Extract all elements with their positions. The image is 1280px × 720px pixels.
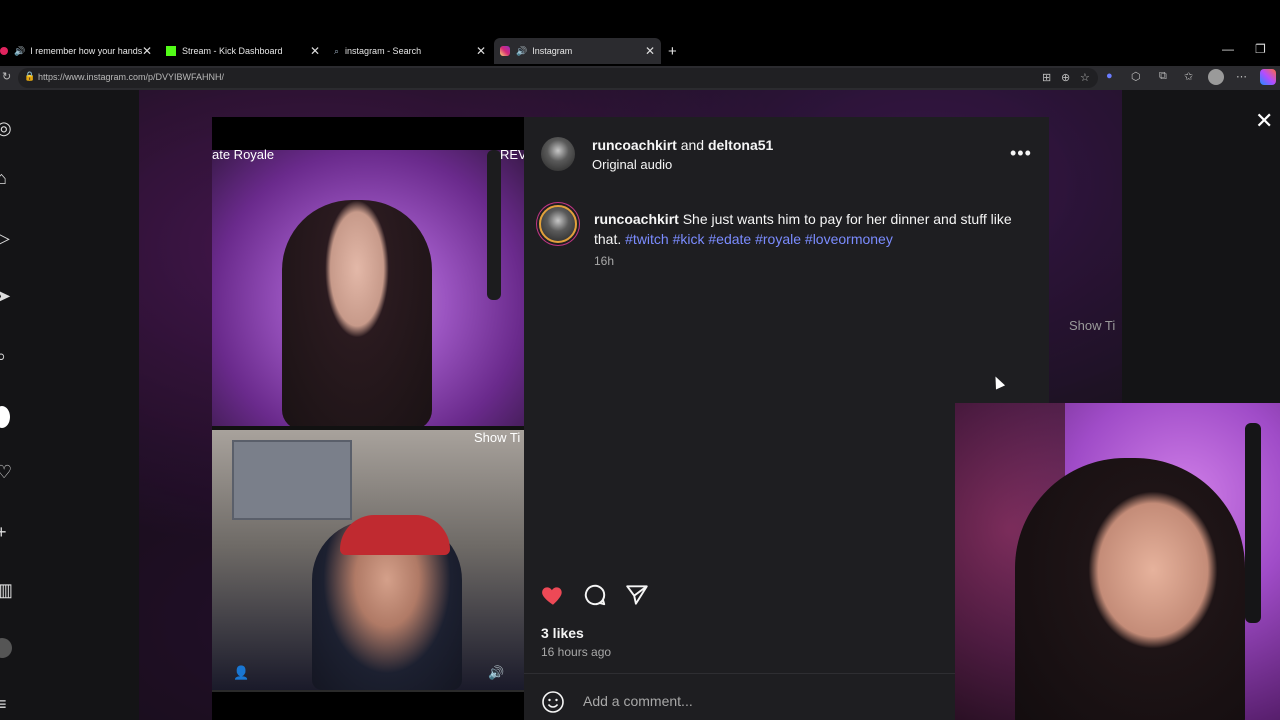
video-progress-bar[interactable]	[212, 690, 524, 692]
share-icon[interactable]	[624, 582, 650, 608]
menu-dots-icon[interactable]: ⋯	[1236, 70, 1247, 83]
speaker-icon: 🔊	[14, 45, 26, 56]
instagram-logo-icon[interactable]: ◎	[0, 118, 16, 138]
new-tab-button[interactable]: +	[668, 38, 684, 64]
author-avatar[interactable]	[541, 137, 575, 171]
tab-title: Instagram	[532, 46, 573, 56]
caption-username[interactable]: runcoachkirt	[594, 211, 679, 227]
more-options-icon[interactable]: •••	[1010, 143, 1032, 164]
favorites-icon[interactable]: ✩	[1184, 70, 1193, 83]
close-icon[interactable]: ✕	[310, 44, 320, 58]
author-username[interactable]: runcoachkirt	[592, 137, 677, 153]
tab-title: I remember how your hands	[30, 46, 143, 56]
profile-avatar[interactable]	[1208, 69, 1224, 85]
screen: 🔊 I remember how your hands ✕ Stream - K…	[0, 0, 1280, 720]
app-available-icon[interactable]: ⊞	[1042, 71, 1051, 84]
conjunction-text: and	[680, 137, 705, 153]
split-screen-icon[interactable]: ⧉	[1159, 70, 1167, 83]
caption-avatar[interactable]	[539, 205, 577, 243]
emoji-icon[interactable]	[541, 690, 565, 714]
post-header: runcoachkirt and deltona51	[592, 137, 773, 153]
address-bar: ↻ 🔒 https://www.instagram.com/p/DVYIBWFA…	[0, 66, 1280, 90]
like-heart-icon[interactable]	[540, 582, 566, 608]
explore-icon[interactable]	[0, 406, 10, 428]
more-menu-icon[interactable]: ≡	[0, 694, 16, 714]
heart-icon[interactable]: ♡	[0, 462, 16, 482]
close-icon[interactable]: ✕	[645, 44, 655, 58]
background-label: Show Ti	[1069, 318, 1116, 333]
caption-timestamp: 16h	[594, 254, 615, 268]
speaker-icon: 🔊	[516, 45, 528, 56]
reel-video[interactable]: ate Royale REV Show Ti 👤 🔊	[212, 117, 524, 720]
dashboard-icon[interactable]: ▥	[0, 580, 16, 600]
kick-favicon-icon	[166, 46, 176, 56]
user-tags-icon[interactable]: 👤	[233, 665, 249, 681]
browser-tab-bar: 🔊 I remember how your hands ✕ Stream - K…	[0, 0, 1280, 66]
favorite-star-icon[interactable]: ☆	[1080, 71, 1090, 84]
comment-input[interactable]: Add a comment...	[583, 693, 693, 709]
likes-count[interactable]: 3 likes	[541, 625, 584, 641]
youtube-favicon-icon	[0, 47, 8, 55]
collaborator-username[interactable]: deltona51	[708, 137, 773, 153]
webcam-person-image	[1015, 458, 1245, 720]
caption: runcoachkirt She just wants him to pay f…	[594, 209, 1014, 249]
lock-icon[interactable]: 🔒	[24, 71, 35, 82]
minimize-icon[interactable]: —	[1222, 42, 1234, 56]
caption-hashtags[interactable]: #twitch #kick #edate #royale #loveormone…	[625, 231, 893, 247]
red-cap-image	[340, 515, 450, 555]
streamer-image	[282, 200, 432, 430]
tab-remember[interactable]: 🔊 I remember how your hands ✕	[0, 38, 158, 64]
tab-instagram-search[interactable]: ⌕ instagram - Search ✕	[328, 38, 492, 64]
video-bottom-frame	[212, 430, 524, 690]
instagram-favicon-icon	[500, 46, 510, 56]
webcam-overlay	[955, 403, 1280, 720]
microphone-image	[487, 150, 501, 300]
audio-link[interactable]: Original audio	[592, 157, 672, 172]
reels-icon[interactable]: ▷	[0, 228, 16, 248]
tab-title: Stream - Kick Dashboard	[182, 46, 283, 56]
video-top-right-label: REV	[500, 147, 524, 162]
wall-poster-image	[232, 440, 352, 520]
search-icon: ⌕	[334, 46, 340, 56]
post-time-ago: 16 hours ago	[541, 645, 612, 659]
volume-icon[interactable]: 🔊	[488, 665, 504, 681]
video-bottom-right-label: Show Ti	[474, 430, 521, 445]
extension-icon[interactable]: ●	[1106, 70, 1113, 82]
close-icon[interactable]: ✕	[1255, 108, 1273, 134]
url-text: https://www.instagram.com/p/DVYIBWFAHNH/	[38, 72, 225, 82]
close-icon[interactable]: ✕	[476, 44, 486, 58]
video-top-frame	[212, 150, 524, 430]
zoom-icon[interactable]: ⊕	[1061, 71, 1070, 84]
messages-icon[interactable]: ➤	[0, 286, 16, 306]
extensions-puzzle-icon[interactable]: ⬡	[1131, 70, 1141, 83]
tab-title: instagram - Search	[345, 46, 422, 56]
webcam-microphone-image	[1245, 423, 1261, 623]
close-icon[interactable]: ✕	[142, 44, 152, 58]
create-icon[interactable]: +	[0, 522, 16, 542]
home-icon[interactable]: ⌂	[0, 168, 16, 188]
reload-icon[interactable]: ↻	[2, 70, 11, 83]
comment-icon[interactable]	[582, 582, 608, 608]
url-field[interactable]: 🔒 https://www.instagram.com/p/DVYIBWFAHN…	[18, 68, 1098, 88]
tab-kick-dashboard[interactable]: Stream - Kick Dashboard ✕	[160, 38, 326, 64]
video-top-label: ate Royale	[212, 147, 275, 162]
profile-icon[interactable]	[0, 638, 12, 658]
restore-icon[interactable]: ❐	[1255, 42, 1266, 56]
copilot-icon[interactable]	[1260, 69, 1276, 85]
tab-instagram[interactable]: 🔊 Instagram ✕	[494, 38, 661, 64]
search-icon[interactable]: ⌕	[0, 346, 16, 366]
